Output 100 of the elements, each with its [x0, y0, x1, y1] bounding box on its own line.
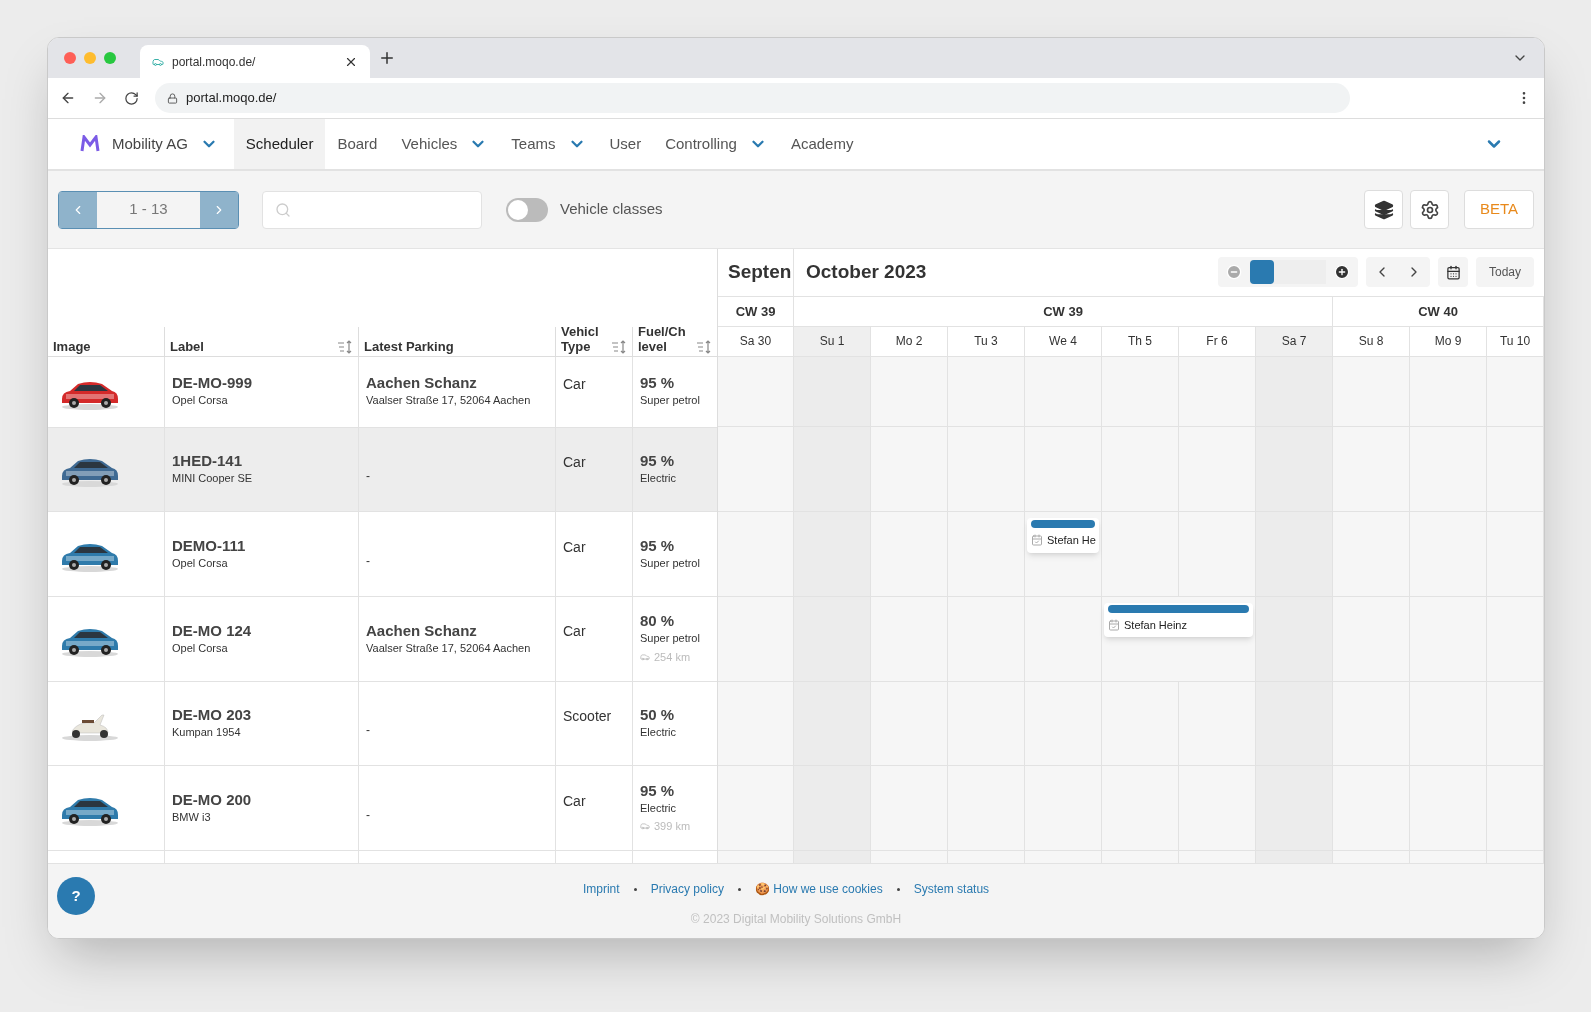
calendar-cell[interactable] [1102, 356, 1179, 427]
calendar-cell[interactable] [1487, 356, 1544, 427]
address-bar[interactable]: portal.moqo.de/ [155, 83, 1350, 113]
footer-link[interactable]: Imprint [582, 880, 620, 898]
vehicle-type: Car [563, 791, 586, 811]
vehicle-model: MINI Cooper SE [172, 471, 254, 487]
calendar-cell[interactable] [794, 356, 871, 427]
parking-name: - [366, 468, 371, 486]
table-row[interactable]: DE-MO-999 Opel Corsa Aachen Schanz Vaalser Straße 17, 52064 Aachen Car 95 % Super petrol [48, 356, 717, 428]
parking-address: Vaalser Straße 17, 52064 Aachen [366, 640, 532, 656]
vehicle-plate: DE-MO 203 [172, 706, 253, 725]
calendar-cell[interactable] [1487, 851, 1544, 863]
column-title: Label [170, 338, 204, 354]
calendar-cell[interactable] [1179, 356, 1256, 427]
zoom-thumb[interactable] [1250, 260, 1274, 285]
booking-card[interactable]: Stefan Heinz [1104, 602, 1253, 638]
browser-tab[interactable]: portal.moqo.de/ [140, 45, 370, 78]
layers-button[interactable] [1364, 190, 1403, 229]
calendar-cell[interactable] [1487, 766, 1544, 850]
zoom-slider[interactable] [1250, 260, 1326, 285]
parking-name: Aachen Schanz [366, 374, 478, 393]
table-row[interactable]: DE-MO 203 Kumpan 1954 - Scooter 50 % Electric [48, 681, 717, 767]
fuel-level: 95 % [640, 536, 676, 555]
booking-name: Stefan Heinz [1124, 617, 1187, 633]
calendar-cell[interactable] [718, 427, 794, 512]
parking-name: - [366, 722, 371, 740]
calendar-icon [1445, 264, 1461, 280]
calendar-cell[interactable] [1487, 427, 1544, 512]
sort-icon[interactable] [696, 339, 712, 354]
calendar-cell[interactable] [1410, 356, 1487, 427]
parking-name: - [366, 807, 371, 825]
nav-tab[interactable]: Teams [499, 119, 598, 169]
fuel-level: 95 % [640, 781, 676, 800]
vehicle-plate: DE-MO-999 [172, 374, 254, 393]
help-button[interactable]: ? [57, 877, 95, 915]
calendar-cell[interactable] [1487, 596, 1544, 681]
nav-tab[interactable]: Vehicles [389, 119, 500, 169]
vehicle-classes-toggle[interactable] [506, 197, 548, 222]
calendar-cell[interactable] [1333, 356, 1410, 427]
calendar-cell[interactable] [1025, 356, 1102, 427]
zoom-in-icon[interactable] [1334, 264, 1350, 281]
calendar-cell[interactable] [718, 851, 794, 863]
calendar-cell[interactable] [718, 596, 794, 681]
footer-link[interactable]: Privacy policy [650, 880, 724, 898]
settings-button[interactable] [1410, 190, 1449, 229]
nav-tab[interactable]: User [597, 119, 654, 169]
fuel-level: 95 % [640, 374, 676, 393]
vehicle-model: BMW i3 [172, 809, 212, 825]
parking-address: Vaalser Straße 17, 52064 Aachen [366, 393, 532, 409]
next-page-button[interactable] [200, 191, 238, 228]
calendar-cell[interactable] [1487, 512, 1544, 596]
day-header: Su 1 [794, 326, 871, 356]
nav-tab[interactable]: Controlling [653, 119, 779, 169]
forward-icon[interactable] [92, 90, 108, 106]
parking-name: - [366, 553, 371, 571]
table-row[interactable]: DEMO-111 Opel Corsa - Car 95 % Super petrol [48, 512, 717, 597]
calendar-cell[interactable] [948, 356, 1025, 427]
back-icon[interactable] [60, 90, 76, 106]
nav-tab[interactable]: Board [325, 119, 390, 169]
nav-tab[interactable]: Scheduler [233, 119, 326, 169]
table-row[interactable]: DE-MO 124 Opel Corsa Aachen Schanz Vaalser Straße 17, 52064 Aachen Car 80 % Super petrol 254 km [48, 596, 717, 682]
vehicle-type: Car [563, 452, 586, 472]
calendar-check-icon [1031, 534, 1043, 547]
nav-tab[interactable]: Academy [778, 119, 866, 169]
calendar-cell[interactable] [718, 356, 794, 427]
calendar-cell[interactable]: Stefan Heinz [1102, 596, 1256, 681]
organization-menu[interactable]: Mobility AG [112, 132, 218, 156]
lock-icon [167, 92, 178, 104]
reload-icon[interactable] [124, 90, 139, 106]
zoom-out-icon[interactable] [1226, 264, 1242, 281]
car-icon [640, 652, 650, 662]
table-row[interactable]: 1HED-141 MINI Cooper SE - Car 95 % Electric [48, 427, 717, 513]
fuel-level: 95 % [640, 452, 676, 471]
today-button[interactable]: Today [1476, 257, 1534, 288]
vehicle-plate: 1HED-141 [172, 452, 244, 471]
calendar-cell[interactable] [718, 512, 794, 596]
search-field[interactable] [262, 190, 482, 229]
calendar-cell[interactable] [1256, 356, 1333, 427]
calendar-cell[interactable]: Stefan He [1025, 512, 1102, 596]
table-row[interactable]: DE-MO 200 BMW i3 - Car 95 % Electric 399 km [48, 766, 717, 851]
previous-page-button[interactable] [59, 191, 97, 228]
vehicle-model: Opel Corsa [172, 393, 229, 409]
layers-icon [1373, 199, 1394, 220]
sort-icon[interactable] [337, 339, 353, 354]
calendar-cell[interactable] [718, 766, 794, 850]
close-window-icon[interactable] [64, 52, 76, 64]
minimize-window-icon[interactable] [84, 52, 96, 64]
calendar-cell[interactable] [871, 356, 948, 427]
footer-link[interactable]: 🍪 How we use cookies [755, 880, 883, 898]
calendar-cell[interactable] [1487, 681, 1544, 766]
maximize-window-icon[interactable] [104, 52, 116, 64]
fuel-type: Electric [640, 471, 678, 487]
date-picker-button[interactable] [1438, 257, 1468, 288]
new-tab-icon[interactable] [378, 49, 396, 67]
vehicle-type: Scooter [563, 706, 612, 726]
footer-link[interactable]: System status [913, 880, 990, 898]
sort-icon[interactable] [611, 339, 627, 354]
calendar-cell[interactable] [718, 681, 794, 766]
address-text: portal.moqo.de/ [186, 89, 277, 108]
booking-card[interactable]: Stefan He [1027, 518, 1099, 553]
